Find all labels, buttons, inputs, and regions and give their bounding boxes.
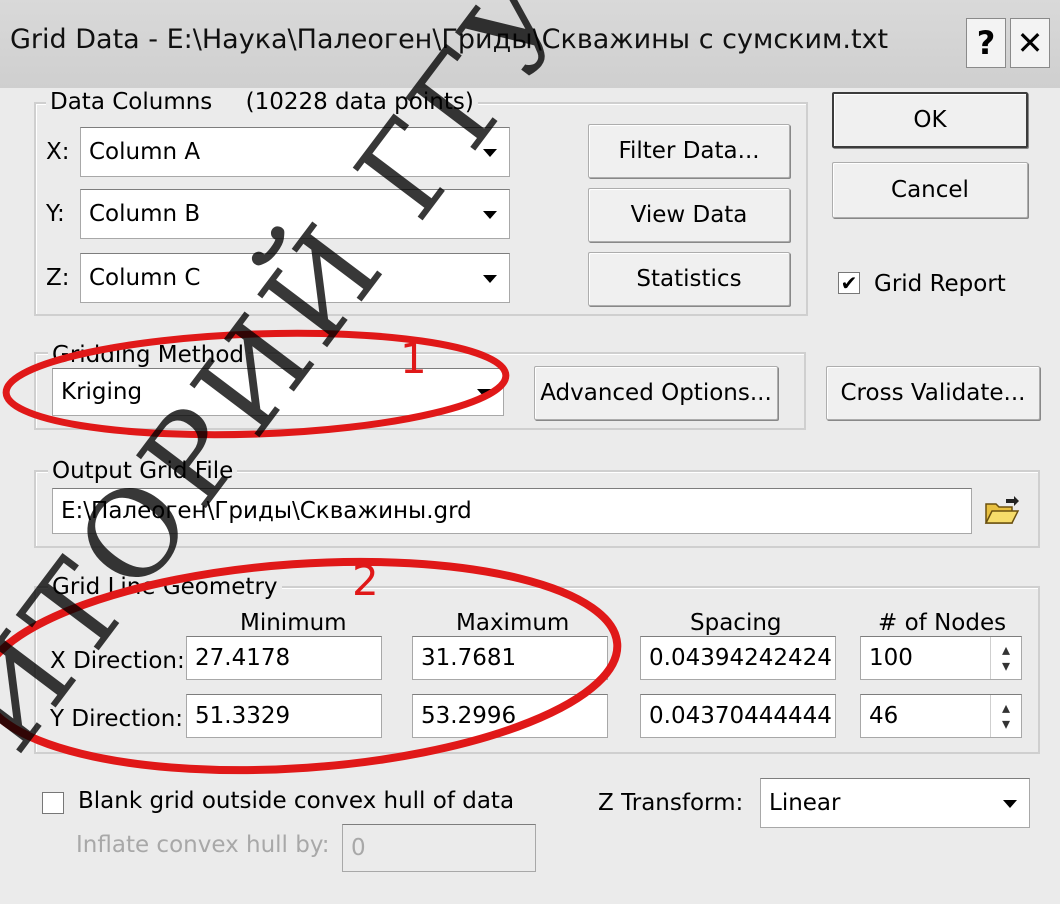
title-bar: Grid Data - E:\Наука\Палеоген\Гриды\Сква… — [0, 0, 1060, 88]
z-column-value: Column C — [89, 265, 201, 291]
filter-data-button[interactable]: Filter Data... — [588, 124, 790, 178]
z-column-label: Z: — [46, 265, 70, 291]
chevron-down-icon[interactable] — [1003, 800, 1017, 808]
x-column-select[interactable]: Column A — [80, 127, 510, 177]
inflate-hull-value: 0 — [351, 835, 366, 861]
z-column-select[interactable]: Column C — [80, 253, 510, 303]
x-column-value: Column A — [89, 139, 201, 165]
inflate-hull-input[interactable]: 0 — [342, 824, 536, 872]
data-columns-label: Data Columns (10228 data points) — [46, 89, 478, 115]
data-columns-title: Data Columns — [50, 89, 213, 115]
blank-grid-label: Blank grid outside convex hull of data — [78, 788, 515, 814]
annotation-ellipse-1 — [2, 329, 510, 439]
annotation-mark-1: 1 — [400, 334, 427, 383]
ok-button[interactable]: OK — [832, 92, 1028, 148]
z-transform-value: Linear — [769, 790, 841, 816]
chevron-down-icon[interactable] — [483, 275, 497, 283]
chevron-down-icon[interactable] — [483, 149, 497, 157]
statistics-button[interactable]: Statistics — [588, 252, 790, 306]
z-transform-select[interactable]: Linear — [760, 778, 1030, 828]
z-transform-label: Z Transform: — [598, 790, 744, 816]
annotation-mark-2: 2 — [352, 556, 379, 605]
red-annotation-ellipses — [0, 329, 622, 775]
inflate-hull-label: Inflate convex hull by: — [76, 832, 330, 858]
grid-report-checkbox[interactable]: ✔ — [838, 272, 860, 294]
chevron-down-icon[interactable] — [483, 211, 497, 219]
annotation-ellipse-2 — [0, 557, 622, 775]
cancel-button[interactable]: Cancel — [832, 162, 1028, 218]
y-column-value: Column B — [89, 201, 201, 227]
grid-report-label: Grid Report — [874, 271, 1006, 297]
blank-grid-checkbox[interactable] — [42, 792, 64, 814]
close-button[interactable]: ✕ — [1010, 18, 1050, 68]
y-column-select[interactable]: Column B — [80, 189, 510, 239]
y-column-label: Y: — [46, 201, 65, 227]
window-title: Grid Data - E:\Наука\Палеоген\Гриды\Сква… — [10, 24, 889, 55]
help-button[interactable]: ? — [966, 18, 1006, 68]
view-data-button[interactable]: View Data — [588, 188, 790, 242]
data-points-count: (10228 data points) — [245, 89, 474, 115]
x-column-label: X: — [46, 139, 70, 165]
